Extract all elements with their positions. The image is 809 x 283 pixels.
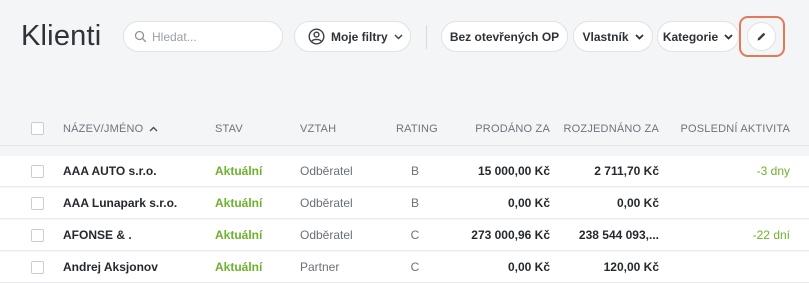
my-filters-dropdown[interactable]: Moje filtry xyxy=(294,21,411,52)
table-row[interactable]: AAA AUTO s.r.o. Aktuální Odběratel B 15 … xyxy=(0,156,809,187)
client-name-link[interactable]: Andrej Aksjonov xyxy=(63,260,158,274)
column-header-stav[interactable]: STAV xyxy=(215,123,243,135)
user-circle-icon xyxy=(308,28,325,45)
client-name-link[interactable]: AAA Lunapark s.r.o. xyxy=(63,196,177,210)
rating-cell: C xyxy=(410,228,420,242)
client-name-link[interactable]: AAA AUTO s.r.o. xyxy=(63,164,157,178)
column-header-rating[interactable]: RATING xyxy=(396,123,438,135)
edit-filters-button[interactable] xyxy=(747,22,776,51)
table-row[interactable]: Andrej Aksjonov Aktuální Partner C 0,00 … xyxy=(0,252,809,283)
toolbar-divider xyxy=(426,25,427,49)
rating-cell: B xyxy=(410,164,419,178)
negotiated-amount-cell: 238 544 093,... xyxy=(578,228,659,242)
negotiated-amount-cell: 0,00 Kč xyxy=(616,196,659,210)
chevron-down-icon xyxy=(394,34,403,40)
sort-ascending-icon xyxy=(149,123,158,135)
negotiated-amount-cell: 120,00 Kč xyxy=(603,260,659,274)
client-name-link[interactable]: AFONSE & . xyxy=(63,228,132,242)
chevron-down-icon xyxy=(634,33,644,40)
column-header-name[interactable]: NÁZEV/JMÉNO xyxy=(63,123,158,135)
status-cell: Aktuální xyxy=(215,196,263,210)
no-open-op-label: Bez otevřených OP xyxy=(449,29,560,44)
status-cell: Aktuální xyxy=(215,164,263,178)
relation-cell: Partner xyxy=(300,260,340,274)
search-input[interactable]: Hledat... xyxy=(123,21,283,52)
category-filter-dropdown[interactable]: Kategorie xyxy=(657,21,739,52)
relation-cell: Odběratel xyxy=(300,196,353,210)
rating-cell: B xyxy=(410,196,419,210)
owner-filter-label: Vlastník xyxy=(582,29,629,44)
relation-cell: Odběratel xyxy=(300,164,353,178)
last-activity-cell: -22 dní xyxy=(752,228,790,242)
sold-amount-cell: 0,00 Kč xyxy=(507,196,550,210)
column-header-posledni-aktivita[interactable]: POSLEDNÍ AKTIVITA xyxy=(680,123,790,135)
negotiated-amount-cell: 2 711,70 Kč xyxy=(594,164,659,178)
status-cell: Aktuální xyxy=(215,228,263,242)
page-title: Klienti xyxy=(21,20,102,52)
row-checkbox[interactable] xyxy=(31,165,44,178)
status-cell: Aktuální xyxy=(215,260,263,274)
no-open-op-filter[interactable]: Bez otevřených OP xyxy=(441,21,568,52)
table-row[interactable]: AAA Lunapark s.r.o. Aktuální Odběratel B… xyxy=(0,188,809,219)
chevron-down-icon xyxy=(724,33,733,40)
sold-amount-cell: 0,00 Kč xyxy=(507,260,550,274)
row-checkbox[interactable] xyxy=(31,261,44,274)
search-placeholder: Hledat... xyxy=(152,29,197,44)
column-header-rozjednano[interactable]: ROZJEDNÁNO ZA xyxy=(564,123,660,135)
owner-filter-dropdown[interactable]: Vlastník xyxy=(573,21,653,52)
my-filters-label: Moje filtry xyxy=(331,29,388,44)
row-checkbox[interactable] xyxy=(31,229,44,242)
pencil-icon xyxy=(756,31,767,42)
table-header-divider xyxy=(0,145,809,146)
last-activity-cell: -3 dny xyxy=(756,164,790,178)
search-icon xyxy=(134,30,147,43)
rating-cell: C xyxy=(410,260,420,274)
sold-amount-cell: 15 000,00 Kč xyxy=(477,164,550,178)
row-checkbox[interactable] xyxy=(31,197,44,210)
column-header-prodano[interactable]: PRODÁNO ZA xyxy=(475,123,550,135)
edit-filters-highlight xyxy=(739,16,785,57)
column-header-name-label: NÁZEV/JMÉNO xyxy=(63,123,144,135)
table-row[interactable]: AFONSE & . Aktuální Odběratel C 273 000,… xyxy=(0,220,809,251)
category-filter-label: Kategorie xyxy=(662,29,719,44)
select-all-checkbox[interactable] xyxy=(31,122,44,135)
sold-amount-cell: 273 000,96 Kč xyxy=(471,228,550,242)
relation-cell: Odběratel xyxy=(300,228,353,242)
column-header-vztah[interactable]: VZTAH xyxy=(300,123,336,135)
